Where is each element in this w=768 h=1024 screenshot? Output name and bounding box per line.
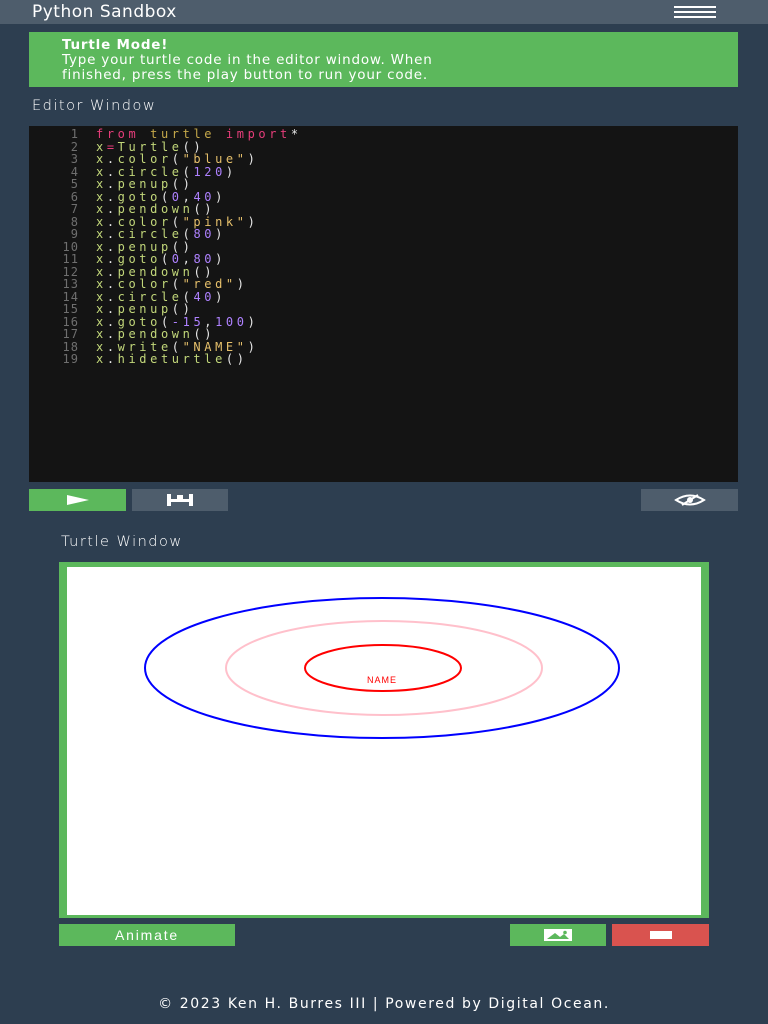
code-token: ) (247, 314, 259, 329)
code-token: 40 (193, 289, 216, 304)
code-token: x (96, 352, 107, 366)
hamburger-menu-icon[interactable] (674, 6, 716, 18)
line-number: 9 (70, 227, 79, 241)
brand-title[interactable]: Python Sandbox (32, 0, 177, 24)
code-token: * (290, 127, 302, 141)
play-icon (66, 495, 89, 505)
code-token: ) (247, 152, 259, 166)
turtle-window-frame: NAME (59, 562, 709, 918)
code-token: ) (236, 277, 248, 291)
editor-window-label: Editor Window (32, 98, 157, 114)
code-token: . (106, 352, 118, 366)
navbar: Python Sandbox (0, 0, 768, 24)
code-line[interactable]: 19 x.hideturtle() (29, 353, 248, 366)
line-number: 15 (62, 302, 79, 316)
animate-button[interactable]: Animate (59, 924, 235, 946)
code-token: 100 (215, 314, 248, 329)
code-token: ) (215, 227, 226, 241)
eye-toggle-icon (673, 494, 706, 506)
image-icon (544, 929, 572, 941)
code-token: ) (247, 339, 259, 354)
code-token: import (225, 127, 291, 141)
code-token: () (225, 352, 248, 366)
footer: © 2023 Ken H. Burres III | Powered by Di… (158, 996, 610, 1012)
alert-message-line1: Type your turtle code in the editor wind… (62, 52, 433, 68)
toggle-view-button[interactable] (641, 489, 738, 511)
code-token: 120 (193, 164, 226, 179)
pink-circle (225, 620, 543, 716)
turtle-written-text: NAME (367, 675, 397, 685)
clear-editor-button[interactable] (132, 489, 228, 511)
clear-editor-icon (167, 494, 193, 506)
line-number: 5 (70, 177, 79, 191)
turtle-window-label: Turtle Window (61, 534, 183, 550)
code-token: ) (215, 289, 226, 304)
code-token: ) (215, 189, 226, 204)
line-number: 11 (62, 252, 79, 266)
line-number: 13 (62, 277, 79, 291)
animate-label: Animate (115, 927, 179, 943)
code-token: ) (215, 252, 226, 266)
clear-canvas-button[interactable] (612, 924, 709, 946)
code-token: hideturtle (117, 352, 226, 366)
turtle-canvas[interactable]: NAME (67, 567, 701, 915)
minus-icon (649, 931, 672, 939)
blue-circle (144, 597, 620, 739)
turtle-mode-alert: Turtle Mode! Type your turtle code in th… (29, 32, 738, 87)
code-token: 80 (193, 227, 216, 241)
code-editor[interactable]: 1 from turtle import* 2 x=Turtle() 3 x.color(… (29, 126, 738, 482)
run-button[interactable] (29, 489, 126, 511)
line-number: 7 (70, 202, 79, 216)
code-token: ) (225, 164, 237, 179)
line-number: 19 (62, 352, 79, 366)
line-number: 1 (70, 127, 79, 141)
code-token: ) (247, 214, 259, 229)
save-image-button[interactable] (510, 924, 606, 946)
line-number: 3 (70, 152, 79, 166)
alert-message-line2: finished, press the play button to run y… (62, 67, 428, 83)
line-number: 17 (62, 327, 79, 341)
alert-title: Turtle Mode! (62, 37, 169, 53)
